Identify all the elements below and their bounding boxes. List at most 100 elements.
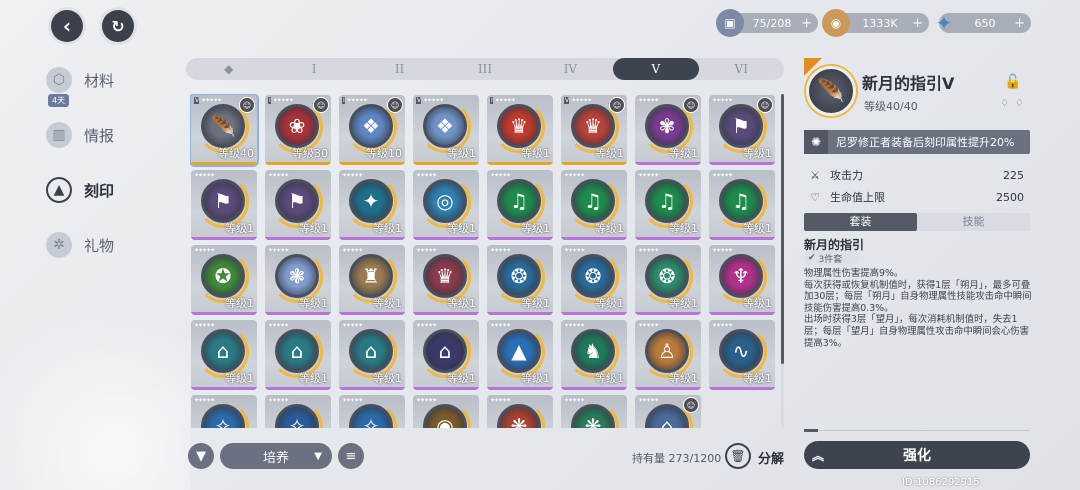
tab-skill[interactable]: 技能 (917, 213, 1030, 231)
user-id: ID:1086292915 (902, 477, 980, 488)
sort-order-button[interactable]: ≡ (338, 443, 364, 469)
days-badge: 4天 (48, 94, 70, 107)
imprint-card[interactable]: ✦✦✦✦✦ ♙ 等级1 (635, 320, 701, 390)
imprint-card[interactable]: ✦✦✦✦✦ ❃ 等级1 (265, 245, 331, 315)
add-credits-button[interactable]: + (912, 16, 923, 31)
sidebar-item-intel[interactable]: ▥ 情报 (46, 117, 166, 153)
unlock-icon[interactable]: 🔓 (1004, 74, 1021, 90)
heart-icon: ♡ (810, 190, 820, 204)
imprint-card[interactable]: ✦✦✦✦✦ ⌂ 等级1 (413, 320, 479, 390)
sidebar-item-gift[interactable]: ✲ 礼物 (46, 227, 166, 263)
imprint-card[interactable]: V ✦✦✦✦✦ 🪶 ☺ 等级40 (191, 95, 257, 165)
sidebar-item-materials[interactable]: ⬡ 材料 (46, 62, 166, 98)
filter-button[interactable]: ▼ (188, 443, 214, 469)
refresh-button[interactable]: ↻ (102, 10, 134, 42)
imprint-card[interactable]: ✦✦✦✦✦ ✧ (191, 395, 257, 428)
imprint-card[interactable]: V ✦✦✦✦✦ ♛ ☺ 等级1 (561, 95, 627, 165)
tab-tier-5[interactable]: V (613, 58, 699, 80)
rarity-bar (265, 162, 331, 165)
chevron-down-icon: ▼ (314, 450, 322, 462)
imprint-card[interactable]: ✦✦✦✦✦ ⚑ ☺ 等级1 (709, 95, 775, 165)
imprint-card[interactable]: ✦✦✦✦✦ ✪ 等级1 (191, 245, 257, 315)
card-level: 等级1 (521, 222, 550, 235)
imprint-card[interactable]: ✦✦✦✦✦ ♫ 等级1 (561, 170, 627, 240)
imprint-emblem-icon: ❂ (571, 254, 615, 298)
scrollbar-thumb[interactable] (781, 94, 784, 364)
funnel-icon: ▼ (196, 448, 206, 464)
stat-label: 生命值上限 (830, 191, 885, 204)
decompose-button[interactable]: 🗑 (725, 443, 751, 469)
imprint-card[interactable]: ✦✦✦✦✦ ♜ 等级1 (339, 245, 405, 315)
imprint-emblem-icon: ♙ (645, 329, 689, 373)
imprint-card[interactable]: ✦✦✦✦✦ ❂ 等级1 (561, 245, 627, 315)
set-badge: ✔ 3件套 (804, 251, 860, 265)
imprint-card[interactable]: ✦✦✦✦✦ ⚑ 等级1 (265, 170, 331, 240)
add-stamina-button[interactable]: + (801, 16, 812, 31)
grid-scrollbar[interactable] (781, 94, 784, 428)
imprint-card[interactable]: ✦✦✦✦✦ ⌂ 等级1 (265, 320, 331, 390)
sort-dropdown[interactable]: 培养 ▼ (220, 443, 332, 469)
imprint-emblem-icon: ∿ (719, 329, 763, 373)
tier-tag: I (490, 97, 493, 104)
back-button[interactable]: ‹ (51, 10, 83, 42)
tab-tier-4[interactable]: IV (528, 58, 613, 80)
tab-tier-0[interactable]: ◆ (186, 58, 271, 80)
imprint-card[interactable]: ✦✦✦✦✦ ♞ 等级1 (561, 320, 627, 390)
sidebar-item-label: 材料 (84, 71, 115, 90)
imprint-card[interactable]: ✦✦✦✦✦ ⌂ 等级1 (191, 320, 257, 390)
set-description: 物理属性伤害提高9%。 每次获得或恢复机制值时，获得1层「朔月」，最多可叠加30… (804, 268, 1032, 349)
imprint-emblem-icon: ♫ (645, 179, 689, 223)
imprint-card[interactable]: ✦✦✦✦✦ ⌂ ☺ (635, 395, 701, 428)
tab-tier-3[interactable]: III (442, 58, 527, 80)
imprint-emblem-icon: ⚑ (719, 104, 763, 148)
imprint-card[interactable]: I ✦✦✦✦✦ ❖ ☺ 等级10 (339, 95, 405, 165)
rarity-bar (191, 387, 257, 390)
card-level: 等级1 (447, 297, 476, 310)
imprint-card[interactable]: ✦✦✦✦✦ ⚑ 等级1 (191, 170, 257, 240)
imprint-card[interactable]: ✦✦✦✦✦ ♆ 等级1 (709, 245, 775, 315)
sidebar-item-imprint[interactable]: ▲ 刻印 (46, 172, 166, 208)
stat-hp: ♡ 生命值上限 2500 (808, 188, 1028, 206)
imprint-card[interactable]: ✦✦✦✦✦ ♫ 等级1 (709, 170, 775, 240)
rarity-bar (487, 237, 553, 240)
add-crystal-button[interactable]: + (1014, 16, 1025, 31)
imprint-card[interactable]: ✦✦✦✦✦ ❋ (487, 395, 553, 428)
imprint-card[interactable]: I ✦✦✦✦✦ ♛ 等级1 (487, 95, 553, 165)
imprint-card[interactable]: I ✦✦✦✦✦ ❀ ☺ 等级30 (265, 95, 331, 165)
upgrade-button[interactable]: ︽ 强化 (804, 441, 1030, 469)
imprint-card[interactable]: ✦✦✦✦✦ ❂ 等级1 (635, 245, 701, 315)
imprint-card[interactable]: ✦✦✦✦✦ ✧ (265, 395, 331, 428)
tab-set[interactable]: 套装 (804, 213, 917, 231)
imprint-card[interactable]: ✦✦✦✦✦ ✾ ☺ 等级1 (635, 95, 701, 165)
imprint-card[interactable]: ✦✦✦✦✦ ⌂ 等级1 (339, 320, 405, 390)
tab-tier-1[interactable]: I (271, 58, 356, 80)
rarity-bar (709, 237, 775, 240)
imprint-emblem-icon: ◎ (423, 179, 467, 223)
imprint-card[interactable]: ✦✦✦✦✦ ✧ (339, 395, 405, 428)
imprint-card[interactable]: ✦✦✦✦✦ ✦ 等级1 (339, 170, 405, 240)
decompose-label[interactable]: 分解 (758, 448, 784, 467)
tier-tag: I (342, 97, 345, 104)
tab-tier-6[interactable]: VI (699, 58, 784, 80)
card-level: 等级1 (669, 297, 698, 310)
tab-tier-2[interactable]: II (357, 58, 442, 80)
tier-tag: V (564, 97, 569, 104)
card-level: 等级1 (521, 147, 550, 160)
imprint-card[interactable]: ✦✦✦✦✦ ♫ 等级1 (487, 170, 553, 240)
tier-tag: V (194, 97, 199, 104)
imprint-emblem-icon: ✦ (349, 179, 393, 223)
imprint-card[interactable]: V ✦✦✦✦✦ ❖ 等级1 (413, 95, 479, 165)
coin-icon: ◉ (822, 9, 850, 37)
imprint-card[interactable]: ✦✦✦✦✦ ◎ 等级1 (413, 170, 479, 240)
imprint-emblem-icon: ♛ (423, 254, 467, 298)
imprint-card[interactable]: ✦✦✦✦✦ ❋ (561, 395, 627, 428)
imprint-card[interactable]: ✦✦✦✦✦ ∿ 等级1 (709, 320, 775, 390)
imprint-card[interactable]: ✦✦✦✦✦ ◉ (413, 395, 479, 428)
imprint-card[interactable]: ✦✦✦✦✦ ♛ 等级1 (413, 245, 479, 315)
imprint-grid: V ✦✦✦✦✦ 🪶 ☺ 等级40 I ✦✦✦✦✦ ❀ ☺ 等级30 I ✦✦✦✦✦ ❖ ☺ 等级10 V ✦✦✦… (190, 94, 780, 428)
card-level: 等级1 (373, 222, 402, 235)
imprint-card[interactable]: ✦✦✦✦✦ ♫ 等级1 (635, 170, 701, 240)
imprint-card[interactable]: ✦✦✦✦✦ ❂ 等级1 (487, 245, 553, 315)
imprint-card[interactable]: ✦✦✦✦✦ ▲ 等级1 (487, 320, 553, 390)
rarity-bar (635, 387, 701, 390)
